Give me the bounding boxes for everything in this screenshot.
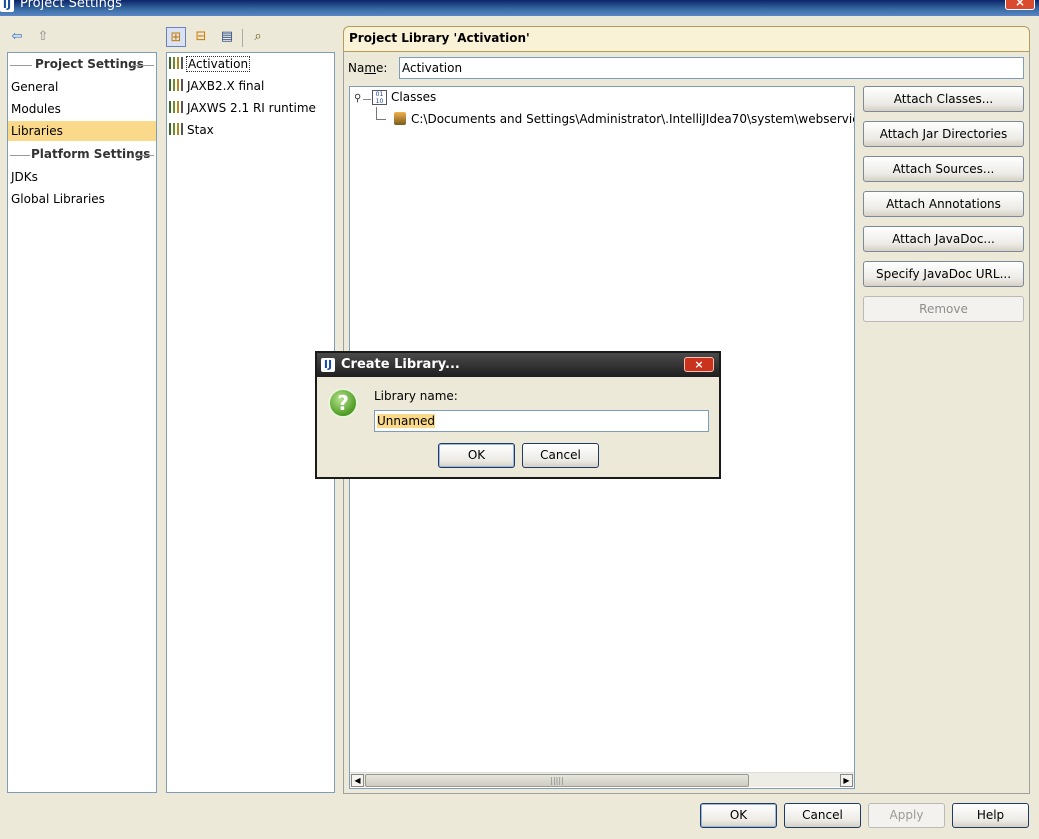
attach-jar-directories-button[interactable]: Attach Jar Directories — [863, 121, 1024, 147]
library-name-field[interactable]: Activation — [399, 57, 1024, 79]
library-item[interactable]: Stax — [169, 120, 215, 140]
question-icon: ? — [328, 388, 358, 418]
cancel-button[interactable]: Cancel — [784, 803, 861, 828]
dialog-ok-button[interactable]: OK — [438, 443, 515, 468]
ok-button[interactable]: OK — [700, 803, 777, 828]
remove-icon[interactable]: ⊟ — [191, 27, 211, 47]
window-title-bar: IJ Project Settings × — [0, 0, 1039, 16]
library-icon — [169, 57, 183, 69]
nav-item-jdks[interactable]: JDKs — [8, 167, 156, 187]
window-title: Project Settings — [20, 0, 122, 11]
create-library-dialog: IJ Create Library... × ? Library name: U… — [315, 351, 721, 479]
tree-root-classes[interactable]: Classes — [391, 90, 436, 104]
library-name-label: Library name: — [374, 389, 458, 403]
tree-expand-icon[interactable]: ⚲ — [354, 93, 361, 104]
library-icon — [169, 101, 183, 113]
toolbar-separator — [242, 29, 243, 47]
remove-button[interactable]: Remove — [863, 296, 1024, 322]
dialog-close-button[interactable]: × — [684, 357, 714, 372]
help-button[interactable]: Help — [952, 803, 1029, 828]
library-item[interactable]: JAXB2.X final — [169, 76, 265, 96]
dialog-cancel-button[interactable]: Cancel — [522, 443, 599, 468]
attach-classes-button[interactable]: Attach Classes... — [863, 86, 1024, 112]
classes-icon: 01 10 — [372, 90, 387, 105]
attach-sources-button[interactable]: Attach Sources... — [863, 156, 1024, 182]
nav-item-libraries[interactable]: Libraries — [8, 121, 156, 141]
library-name-input[interactable]: Unnamed — [374, 410, 709, 432]
forward-icon[interactable]: ⇧ — [33, 27, 53, 47]
nav-item-general[interactable]: General — [8, 77, 156, 97]
nav-item-modules[interactable]: Modules — [8, 99, 156, 119]
horizontal-scrollbar[interactable]: ◀ ||||| ▶ — [350, 772, 854, 787]
platform-settings-header: Platform Settings — [8, 146, 156, 164]
nav-item-global-libraries[interactable]: Global Libraries — [8, 189, 156, 209]
library-item[interactable]: Activation — [169, 54, 251, 74]
back-icon[interactable]: ⇦ — [7, 27, 27, 47]
dialog-title-bar: IJ Create Library... × — [317, 353, 719, 377]
library-item[interactable]: JAXWS 2.1 RI runtime — [169, 98, 317, 118]
attach-annotations-button[interactable]: Attach Annotations — [863, 191, 1024, 217]
jar-file-icon — [394, 112, 406, 125]
libraries-list-panel: Activation JAXB2.X final JAXWS 2.1 RI ru… — [166, 52, 335, 793]
apply-button[interactable]: Apply — [868, 803, 945, 828]
app-logo-icon: IJ — [0, 0, 14, 12]
attach-javadoc-button[interactable]: Attach JavaDoc... — [863, 226, 1024, 252]
library-icon — [169, 79, 183, 91]
dialog-app-icon: IJ — [321, 358, 335, 372]
window-close-button[interactable]: × — [1005, 0, 1035, 10]
find-icon[interactable]: ⌕ — [248, 27, 268, 47]
name-label: Name: — [348, 61, 388, 75]
scrollbar-thumb[interactable]: ||||| — [365, 774, 749, 787]
scroll-left-icon[interactable]: ◀ — [351, 774, 364, 787]
settings-nav-panel: Project Settings General Modules Librari… — [7, 52, 157, 793]
tree-child-path[interactable]: C:\Documents and Settings\Administrator\… — [411, 112, 854, 126]
library-detail-header: Project Library 'Activation' — [343, 26, 1030, 52]
add-icon[interactable]: ⊞ — [166, 27, 186, 47]
project-settings-header: Project Settings — [8, 56, 156, 74]
dialog-title: Create Library... — [341, 357, 460, 372]
scroll-right-icon[interactable]: ▶ — [840, 774, 853, 787]
specify-javadoc-url-button[interactable]: Specify JavaDoc URL... — [863, 261, 1024, 287]
library-icon — [169, 123, 183, 135]
copy-icon[interactable]: ▤ — [217, 27, 237, 47]
